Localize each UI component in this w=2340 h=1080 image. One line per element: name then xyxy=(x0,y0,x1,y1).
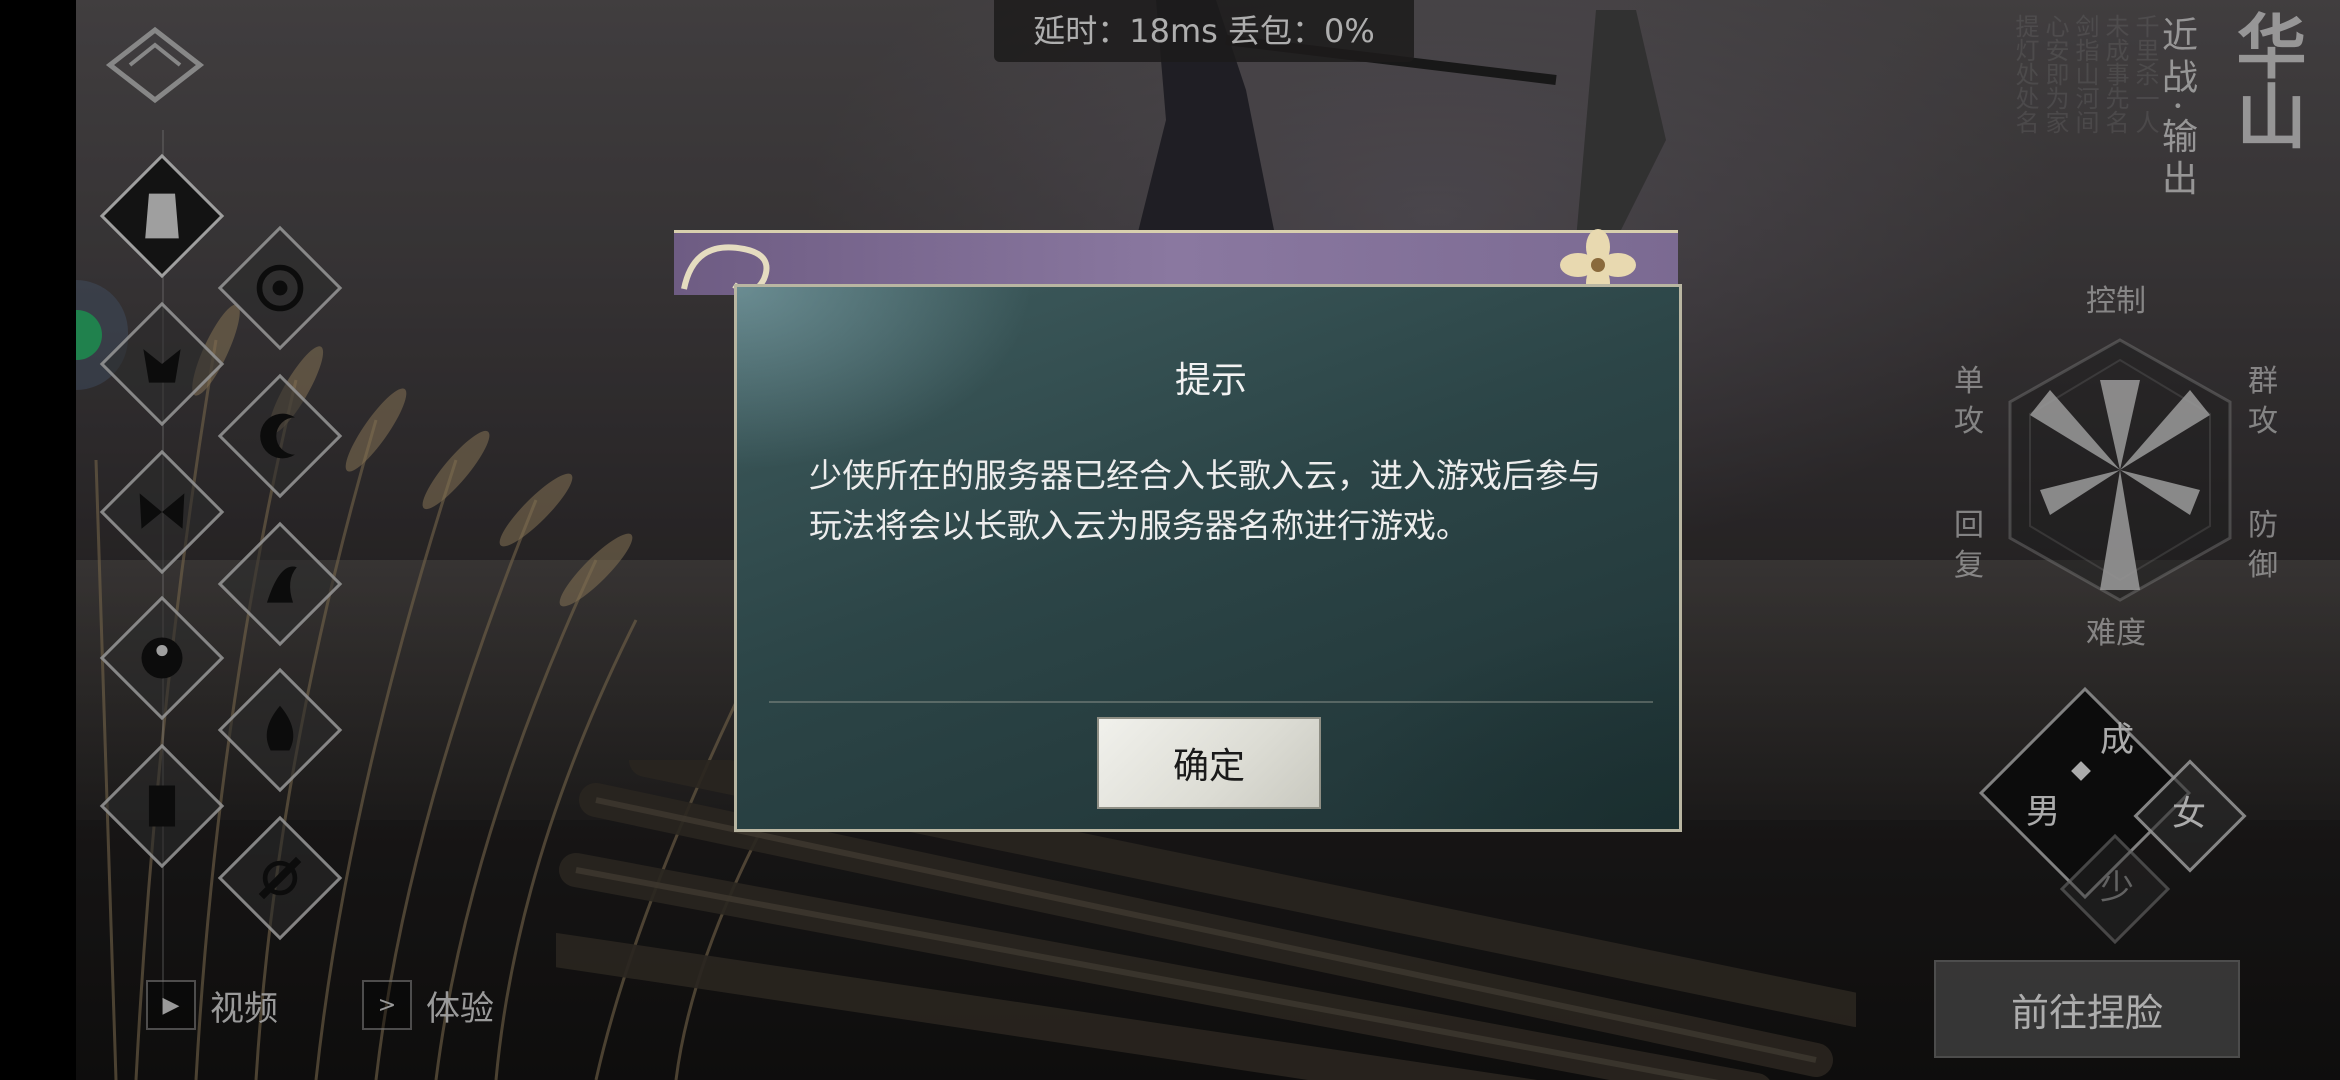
dialog-message: 少侠所在的服务器已经合入长歌入云，进入游戏后参与玩法将会以长歌入云为服务器名称进… xyxy=(809,456,1601,545)
dialog-divider xyxy=(769,701,1653,703)
notice-dialog: 提示 少侠所在的服务器已经合入长歌入云，进入游戏后参与玩法将会以长歌入云为服务器… xyxy=(674,229,1682,832)
dialog-title: 提示 xyxy=(1174,360,1247,401)
dialog-body: 提示 少侠所在的服务器已经合入长歌入云，进入游戏后参与玩法将会以长歌入云为服务器… xyxy=(734,284,1682,832)
confirm-button[interactable]: 确定 xyxy=(1097,717,1321,809)
